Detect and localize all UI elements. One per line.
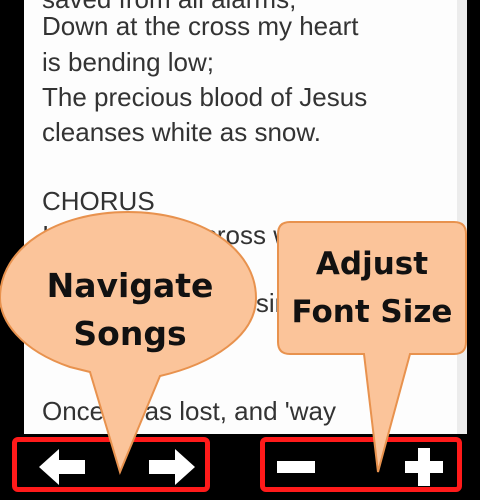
lyric-line: I love that old cross where the xyxy=(42,220,388,250)
lyric-line: is bending low; xyxy=(42,47,214,77)
song-navigation-group xyxy=(12,437,210,492)
lyric-line: cleanses white as snow. xyxy=(42,117,321,147)
scrollbar-track xyxy=(457,0,467,434)
app-screen: saved from all alarms; Down at the cross… xyxy=(0,0,480,500)
arrow-left-icon xyxy=(39,449,85,485)
song-lyrics-panel[interactable]: saved from all alarms; Down at the cross… xyxy=(24,0,457,434)
increase-font-button[interactable] xyxy=(395,444,453,490)
lyric-line: For a world of lost sinners was xyxy=(42,288,394,318)
lyric-line: The precious blood of Jesus xyxy=(42,82,368,112)
lyric-line: slain; xyxy=(42,322,103,352)
lyric-line: Down at the cross my heart xyxy=(42,11,359,41)
arrow-right-icon xyxy=(149,449,195,485)
next-song-button[interactable] xyxy=(143,444,201,490)
lyric-line: dearest and best xyxy=(42,254,236,284)
minus-icon xyxy=(277,461,315,473)
lyric-line: Once I was lost, and 'way xyxy=(42,396,336,426)
lyric-line: CHORUS xyxy=(42,186,155,216)
font-size-group xyxy=(260,437,462,492)
previous-song-button[interactable] xyxy=(33,444,91,490)
decrease-font-button[interactable] xyxy=(267,444,325,490)
plus-icon xyxy=(405,448,443,486)
